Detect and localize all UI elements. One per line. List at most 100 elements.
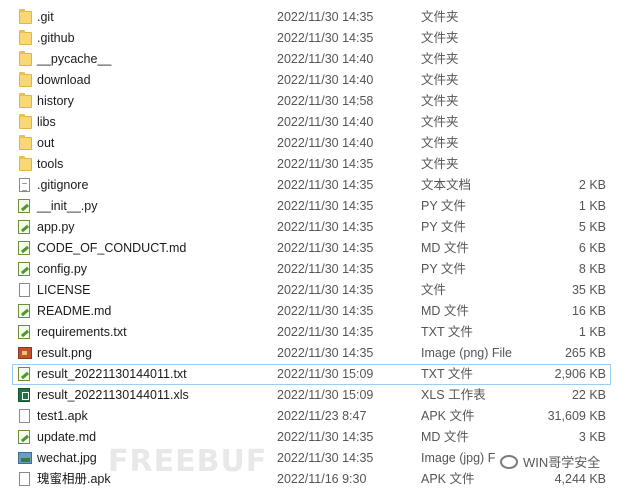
file-size: 31,609 KB xyxy=(547,409,606,423)
markdown-file-icon xyxy=(17,325,33,340)
file-type: PY 文件 xyxy=(421,220,466,234)
file-name: libs xyxy=(37,115,56,129)
file-type: 文件夹 xyxy=(421,115,459,129)
markdown-file-icon xyxy=(17,304,33,319)
file-name: update.md xyxy=(37,430,97,444)
file-date: 2022/11/30 15:09 xyxy=(277,367,374,381)
file-size: 35 KB xyxy=(571,283,606,297)
file-type: 文件 xyxy=(421,283,447,297)
file-date: 2022/11/30 14:40 xyxy=(277,136,374,150)
file-date: 2022/11/30 14:35 xyxy=(277,346,374,360)
file-row[interactable]: result_20221130144011.xls 2022/11/30 15:0… xyxy=(0,385,633,406)
file-name: .gitignore xyxy=(37,178,89,192)
file-name: out xyxy=(37,136,55,150)
file-name: 瑰蜜相册.apk xyxy=(37,472,111,486)
folder-icon xyxy=(17,93,33,109)
file-date: 2022/11/30 14:35 xyxy=(277,262,374,276)
jpg-file-icon xyxy=(17,451,33,466)
file-name: requirements.txt xyxy=(37,325,127,339)
file-type: PY 文件 xyxy=(421,262,466,276)
file-type: 文件夹 xyxy=(421,136,459,150)
file-name: test1.apk xyxy=(37,409,88,423)
file-name: LICENSE xyxy=(37,283,91,297)
file-name: app.py xyxy=(37,220,75,234)
image-file-icon xyxy=(17,346,33,361)
file-name: result.png xyxy=(37,346,92,360)
file-name: README.md xyxy=(37,304,112,318)
file-name: config.py xyxy=(37,262,88,276)
file-date: 2022/11/23 8:47 xyxy=(277,409,367,423)
file-type: MD 文件 xyxy=(421,241,469,255)
file-row[interactable]: result_20221130144011.txt 2022/11/30 15:0… xyxy=(0,364,633,385)
folder-icon xyxy=(17,114,33,130)
file-type: 文件夹 xyxy=(421,94,459,108)
python-file-icon xyxy=(17,220,33,235)
file-row[interactable]: update.md 2022/11/30 14:35 MD 文件 3 KB xyxy=(0,427,633,448)
blank-file-icon xyxy=(17,409,33,424)
file-row[interactable]: CODE_OF_CONDUCT.md 2022/11/30 14:35 MD 文件 6… xyxy=(0,238,633,259)
markdown-file-icon xyxy=(17,430,33,445)
file-type: 文件夹 xyxy=(421,31,459,45)
file-date: 2022/11/30 14:35 xyxy=(277,430,374,444)
file-type: 文件夹 xyxy=(421,157,459,171)
file-date: 2022/11/30 14:35 xyxy=(277,199,374,213)
file-row[interactable]: wechat.jpg 2022/11/30 14:35 Image (jpg) F xyxy=(0,448,633,469)
folder-icon xyxy=(17,72,33,88)
file-size: 2 KB xyxy=(578,178,606,192)
file-name: result_20221130144011.txt xyxy=(37,367,187,381)
file-type: TXT 文件 xyxy=(421,325,473,339)
file-name: CODE_OF_CONDUCT.md xyxy=(37,241,187,255)
file-row[interactable]: out 2022/11/30 14:40 文件夹 xyxy=(0,133,633,154)
file-type: TXT 文件 xyxy=(421,367,473,381)
file-name: download xyxy=(37,73,91,87)
file-row[interactable]: result.png 2022/11/30 14:35 Image (png) Fi… xyxy=(0,343,633,364)
file-name: wechat.jpg xyxy=(37,451,97,465)
file-date: 2022/11/30 14:35 xyxy=(277,31,374,45)
file-row[interactable]: README.md 2022/11/30 14:35 MD 文件 16 KB xyxy=(0,301,633,322)
file-date: 2022/11/30 14:40 xyxy=(277,73,374,87)
markdown-file-icon xyxy=(17,367,33,382)
file-row[interactable]: libs 2022/11/30 14:40 文件夹 xyxy=(0,112,633,133)
file-type: APK 文件 xyxy=(421,409,475,423)
file-type: XLS 工作表 xyxy=(421,388,486,402)
file-row[interactable]: .github 2022/11/30 14:35 文件夹 xyxy=(0,28,633,49)
file-type: 文本文档 xyxy=(421,178,472,192)
file-date: 2022/11/30 14:35 xyxy=(277,325,374,339)
file-row[interactable]: .gitignore 2022/11/30 14:35 文本文档 2 KB xyxy=(0,175,633,196)
python-file-icon xyxy=(17,262,33,277)
file-date: 2022/11/30 14:58 xyxy=(277,94,374,108)
file-size: 5 KB xyxy=(578,220,606,234)
file-type: Image (png) File xyxy=(421,346,513,360)
markdown-file-icon xyxy=(17,241,33,256)
file-type: 文件夹 xyxy=(421,10,459,24)
python-file-icon xyxy=(17,199,33,214)
file-size: 3 KB xyxy=(578,430,606,444)
file-name: history xyxy=(37,94,74,108)
file-date: 2022/11/30 15:09 xyxy=(277,388,374,402)
file-row[interactable]: config.py 2022/11/30 14:35 PY 文件 8 KB xyxy=(0,259,633,280)
folder-icon xyxy=(17,9,33,25)
file-row[interactable]: history 2022/11/30 14:58 文件夹 xyxy=(0,91,633,112)
file-row[interactable]: test1.apk 2022/11/23 8:47 APK 文件 31,609 KB xyxy=(0,406,633,427)
file-type: MD 文件 xyxy=(421,304,469,318)
file-date: 2022/11/30 14:40 xyxy=(277,115,374,129)
file-name: .git xyxy=(37,10,54,24)
file-date: 2022/11/30 14:35 xyxy=(277,304,374,318)
folder-icon xyxy=(17,30,33,46)
file-size: 2,906 KB xyxy=(554,367,606,381)
file-row[interactable]: __pycache__ 2022/11/30 14:40 文件夹 xyxy=(0,49,633,70)
file-type: PY 文件 xyxy=(421,199,466,213)
file-size: 8 KB xyxy=(578,262,606,276)
file-type: Image (jpg) F xyxy=(421,451,496,465)
file-row[interactable]: LICENSE 2022/11/30 14:35 文件 35 KB xyxy=(0,280,633,301)
file-row[interactable]: 瑰蜜相册.apk 2022/11/16 9:30 APK 文件 4,244 KB xyxy=(0,469,633,490)
file-row[interactable]: requirements.txt 2022/11/30 14:35 TXT 文件 1 … xyxy=(0,322,633,343)
file-date: 2022/11/30 14:35 xyxy=(277,241,374,255)
file-row[interactable]: .git 2022/11/30 14:35 文件夹 xyxy=(0,7,633,28)
file-row[interactable]: download 2022/11/30 14:40 文件夹 xyxy=(0,70,633,91)
file-row[interactable]: __init__.py 2022/11/30 14:35 PY 文件 1 KB xyxy=(0,196,633,217)
file-row[interactable]: tools 2022/11/30 14:35 文件夹 xyxy=(0,154,633,175)
file-size: 1 KB xyxy=(578,199,606,213)
file-type: 文件夹 xyxy=(421,73,459,87)
file-row[interactable]: app.py 2022/11/30 14:35 PY 文件 5 KB xyxy=(0,217,633,238)
